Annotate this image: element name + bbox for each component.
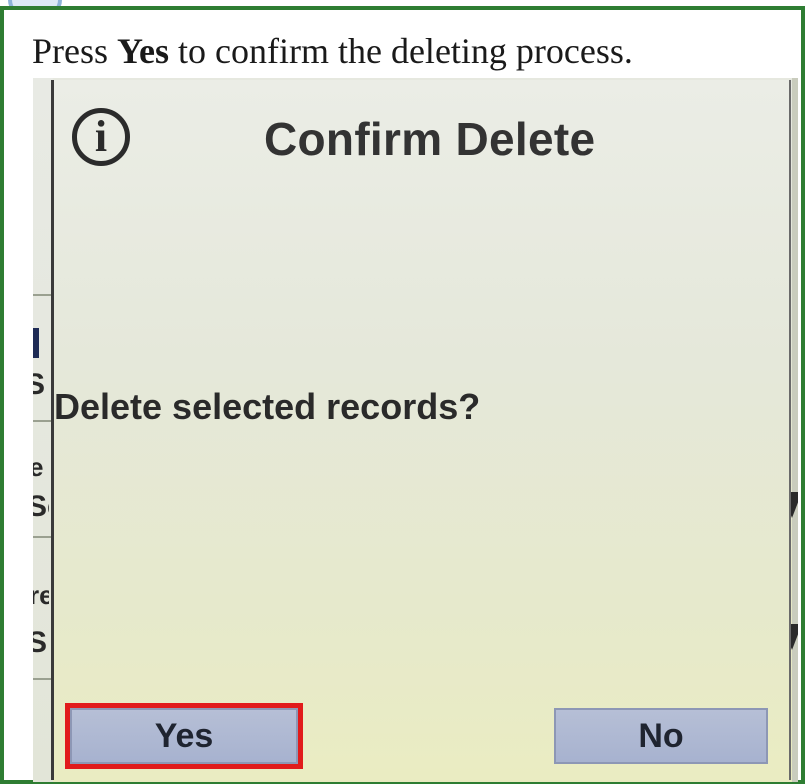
- background-fragment: e: [33, 452, 44, 482]
- instruction-prefix: Press: [32, 31, 118, 71]
- background-fragment: re: [33, 580, 49, 610]
- no-button[interactable]: No: [554, 708, 768, 764]
- background-fragment: S: [33, 368, 46, 401]
- background-divider: [33, 420, 53, 422]
- background-divider: [33, 536, 53, 538]
- background-header-bar: [33, 328, 39, 358]
- dialog-title: Confirm Delete: [264, 113, 596, 165]
- instruction-emphasis: Yes: [117, 31, 170, 71]
- yes-button[interactable]: Yes: [65, 703, 303, 769]
- instruction-suffix: to confirm the deleting process.: [169, 31, 633, 71]
- background-divider: [33, 678, 53, 680]
- instruction-frame: Press Yes to confirm the deleting proces…: [0, 6, 805, 784]
- background-app-left-edge: [33, 78, 53, 782]
- device-screen-photo: S e Se re SI i Confirm Delete Delete sel…: [33, 78, 798, 782]
- confirm-delete-dialog: i Confirm Delete Delete selected records…: [51, 80, 791, 780]
- info-icon: i: [72, 108, 130, 166]
- background-divider: [33, 294, 53, 296]
- background-fragment: SI: [33, 626, 49, 659]
- instruction-text: Press Yes to confirm the deleting proces…: [32, 30, 633, 72]
- background-app-right-edge: [792, 78, 798, 782]
- dialog-message: Delete selected records?: [54, 386, 481, 427]
- background-fragment: Se: [33, 490, 49, 523]
